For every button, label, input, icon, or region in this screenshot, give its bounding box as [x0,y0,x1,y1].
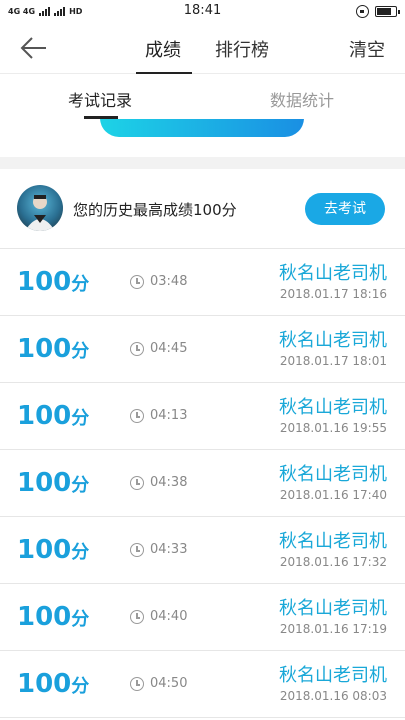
avatar [17,185,63,231]
record-date: 2018.01.16 17:19 [279,622,387,636]
record-name: 秋名山老司机 [279,598,387,619]
record-duration: 04:33 [150,542,188,557]
clock-icon [130,677,144,691]
record-row[interactable]: 100分 04:33 秋名山老司机 2018.01.16 17:32 [0,517,405,584]
score-value: 100 [17,669,72,699]
records-list: 100分 03:48 秋名山老司机 2018.01.17 18:16 100分 04:45… [0,249,405,718]
score-unit: 分 [71,542,90,563]
clear-button[interactable]: 清空 [349,36,385,62]
record-name: 秋名山老司机 [279,397,387,418]
record-name: 秋名山老司机 [279,263,387,284]
score-unit: 分 [71,408,90,429]
record-score: 100分 [17,267,89,297]
record-date: 2018.01.16 17:40 [279,488,387,502]
clock-icon [130,342,144,356]
record-score: 100分 [17,535,89,565]
record-row[interactable]: 100分 04:40 秋名山老司机 2018.01.16 17:19 [0,584,405,651]
tab-scores[interactable]: 成绩 [145,36,181,62]
record-duration: 04:13 [150,408,188,423]
avatar-image [25,195,55,231]
record-name: 秋名山老司机 [279,330,387,351]
score-value: 100 [17,535,72,565]
record-duration: 04:45 [150,341,188,356]
score-value: 100 [17,401,72,431]
record-score: 100分 [17,334,89,364]
clock-icon [130,543,144,557]
record-date: 2018.01.17 18:01 [279,354,387,368]
clock-icon [130,610,144,624]
record-row[interactable]: 100分 04:13 秋名山老司机 2018.01.16 19:55 [0,383,405,450]
score-value: 100 [17,602,72,632]
tab-ranking[interactable]: 排行榜 [215,36,269,62]
status-time: 18:41 [183,3,222,18]
back-button[interactable] [18,34,50,62]
record-score: 100分 [17,401,89,431]
record-date: 2018.01.16 19:55 [279,421,387,435]
score-unit: 分 [71,609,90,630]
record-date: 2018.01.16 17:32 [279,555,387,569]
record-name: 秋名山老司机 [279,531,387,552]
record-name: 秋名山老司机 [279,665,387,686]
scrolled-banner-area [0,119,405,157]
sub-tabs: 考试记录 数据统计 [0,75,405,119]
arrow-left-icon [20,37,46,59]
nav-bar: 成绩 排行榜 清空 [0,22,405,74]
score-value: 100 [17,267,72,297]
best-score-text: 您的历史最高成绩100分 [73,201,237,219]
score-unit: 分 [71,274,90,295]
score-value: 100 [17,334,72,364]
record-duration: 04:38 [150,475,188,490]
battery-icon [375,5,400,17]
record-date: 2018.01.17 18:16 [279,287,387,301]
record-score: 100分 [17,468,89,498]
record-row[interactable]: 100分 03:48 秋名山老司机 2018.01.17 18:16 [0,249,405,316]
record-row[interactable]: 100分 04:38 秋名山老司机 2018.01.16 17:40 [0,450,405,517]
record-row[interactable]: 100分 04:45 秋名山老司机 2018.01.17 18:01 [0,316,405,383]
rotation-lock-icon [356,4,369,18]
record-score: 100分 [17,602,89,632]
section-divider [0,157,405,169]
tab-data-stats[interactable]: 数据统计 [270,87,334,111]
score-value: 100 [17,468,72,498]
record-duration: 03:48 [150,274,188,289]
best-score-row: 您的历史最高成绩100分 去考试 [0,169,405,249]
nav-active-indicator [136,72,192,74]
record-duration: 04:40 [150,609,188,624]
score-unit: 分 [71,676,90,697]
tab-exam-records[interactable]: 考试记录 [68,87,132,111]
record-name: 秋名山老司机 [279,464,387,485]
score-unit: 分 [71,341,90,362]
clock-icon [130,409,144,423]
record-date: 2018.01.16 08:03 [279,689,387,703]
score-unit: 分 [71,475,90,496]
status-right [356,4,400,18]
record-score: 100分 [17,669,89,699]
go-exam-button[interactable]: 去考试 [305,193,385,225]
record-duration: 04:50 [150,676,188,691]
clock-icon [130,476,144,490]
record-row[interactable]: 100分 04:50 秋名山老司机 2018.01.16 08:03 [0,651,405,718]
clock-icon [130,275,144,289]
status-bar: 4G 4G HD 18:41 [0,0,405,22]
banner-button[interactable] [100,119,304,137]
